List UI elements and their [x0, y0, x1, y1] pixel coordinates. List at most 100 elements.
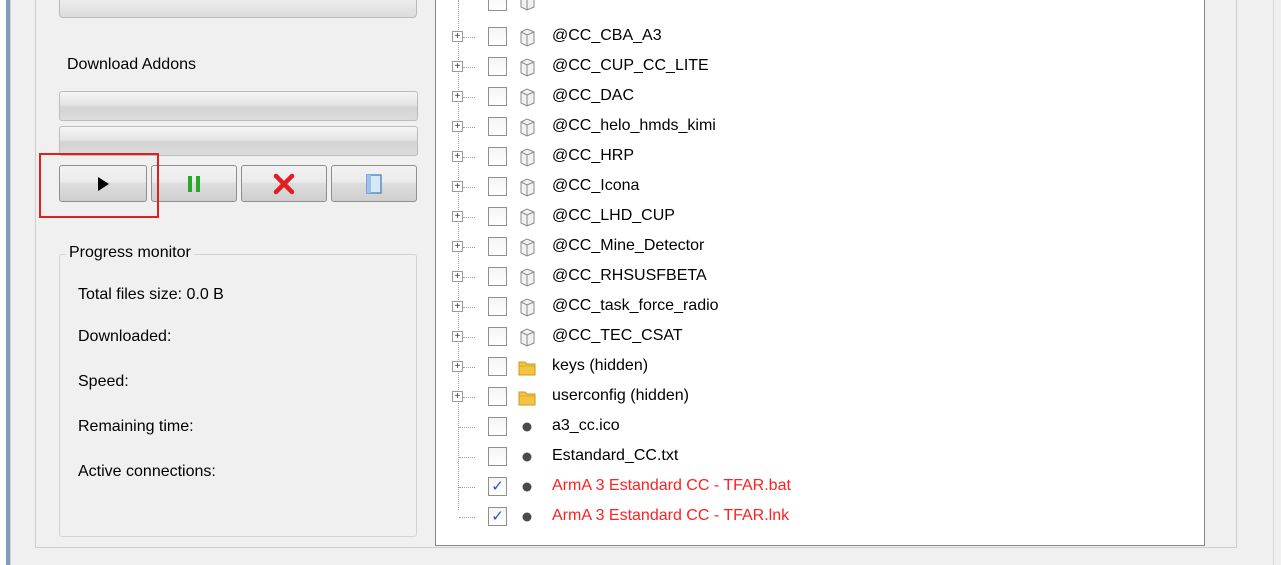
expand-toggle[interactable]: + — [452, 361, 463, 372]
expand-toggle[interactable]: + — [452, 31, 463, 42]
folder-icon — [518, 361, 536, 376]
addon-icon — [520, 148, 535, 167]
downloaded-label: Downloaded: — [78, 328, 172, 345]
progress-bar-1 — [59, 91, 418, 121]
addon-icon — [520, 238, 535, 257]
pause-icon — [188, 175, 200, 192]
tree-item-checkbox[interactable] — [488, 297, 507, 316]
tree-item-checkbox[interactable] — [488, 267, 507, 286]
expand-toggle[interactable]: + — [452, 181, 463, 192]
expand-toggle[interactable]: + — [452, 271, 463, 282]
addon-icon — [520, 328, 535, 347]
tree-item-checkbox[interactable] — [488, 27, 507, 46]
tree-item-label[interactable]: @CC_RHSUSFBETA — [552, 267, 707, 285]
tree-connector — [463, 67, 475, 68]
tree-connector — [458, 0, 459, 510]
tree-connector — [463, 37, 475, 38]
play-icon — [98, 176, 109, 191]
tree-item-label[interactable]: @CC_helo_hmds_kimi — [552, 117, 716, 135]
tree-item-label[interactable]: ArmA 3 Estandard CC - TFAR.bat — [552, 477, 791, 495]
tree-item-checkbox[interactable] — [488, 417, 507, 436]
expand-toggle[interactable]: + — [452, 211, 463, 222]
tree-item-label[interactable]: @CC_DAC — [552, 87, 634, 105]
tree-item-label[interactable]: @CC_task_force_radio — [552, 297, 719, 315]
start-button[interactable] — [59, 165, 147, 202]
file-icon — [522, 452, 532, 462]
addon-icon — [520, 0, 535, 11]
tree-item-label[interactable]: @CC_CBA_A3 — [552, 27, 662, 45]
top-button-partial[interactable] — [59, 0, 417, 18]
pause-button[interactable] — [151, 165, 237, 202]
speed-label: Speed: — [78, 373, 129, 390]
addon-tree[interactable] — [435, 0, 1205, 546]
tree-connector — [459, 427, 475, 428]
tree-item-checkbox[interactable]: ✓ — [488, 507, 507, 526]
tree-item-label[interactable]: userconfig (hidden) — [552, 387, 689, 405]
tree-item-checkbox[interactable] — [488, 237, 507, 256]
tree-item-checkbox[interactable] — [488, 87, 507, 106]
addon-icon — [520, 118, 535, 137]
expand-toggle[interactable]: + — [452, 121, 463, 132]
download-addons-title: Download Addons — [67, 56, 196, 73]
tree-item-checkbox[interactable] — [488, 357, 507, 376]
tree-item-checkbox[interactable] — [488, 207, 507, 226]
window-edge-right — [1273, 0, 1281, 565]
log-icon — [366, 173, 382, 194]
tree-item-label[interactable]: ArmA 3 Estandard CC - TFAR.lnk — [552, 507, 789, 525]
tree-item-checkbox[interactable] — [488, 117, 507, 136]
tree-item-label[interactable]: @CC_TEC_CSAT — [552, 327, 683, 345]
folder-icon — [518, 391, 536, 406]
tree-connector — [459, 457, 475, 458]
expand-toggle[interactable]: + — [452, 241, 463, 252]
tree-item-checkbox[interactable] — [488, 447, 507, 466]
stop-icon — [273, 173, 295, 194]
tree-item-checkbox[interactable] — [488, 0, 507, 11]
total-size-label: Total files size: 0.0 B — [78, 286, 224, 303]
addon-icon — [520, 28, 535, 47]
expand-toggle[interactable]: + — [452, 151, 463, 162]
log-button[interactable] — [331, 165, 417, 202]
tree-connector — [463, 217, 475, 218]
tree-connector — [463, 157, 475, 158]
tree-connector — [463, 127, 475, 128]
expand-toggle[interactable]: + — [452, 61, 463, 72]
tree-item-label[interactable]: @CC_LHD_CUP — [552, 207, 675, 225]
tree-connector — [459, 517, 475, 518]
tree-item-checkbox[interactable] — [488, 327, 507, 346]
expand-toggle[interactable]: + — [452, 301, 463, 312]
tree-connector — [463, 247, 475, 248]
tree-item-label[interactable]: Estandard_CC.txt — [552, 447, 678, 465]
tree-item-checkbox[interactable] — [488, 147, 507, 166]
progress-monitor-legend: Progress monitor — [66, 244, 194, 262]
tree-item-label[interactable]: @CC_HRP — [552, 147, 634, 165]
tree-connector — [463, 397, 475, 398]
tree-item-label[interactable]: @CC_CUP_CC_LITE — [552, 57, 709, 75]
tree-item-label[interactable]: @CC_Mine_Detector — [552, 237, 704, 255]
addon-icon — [520, 298, 535, 317]
addon-icon — [520, 268, 535, 287]
tree-item-label[interactable]: @CC_Icona — [552, 177, 639, 195]
addon-icon — [520, 88, 535, 107]
tree-item-checkbox[interactable]: ✓ — [488, 477, 507, 496]
expand-toggle[interactable]: + — [452, 391, 463, 402]
tree-item-label[interactable]: a3_cc.ico — [552, 417, 620, 435]
tree-item-checkbox[interactable] — [488, 177, 507, 196]
tree-connector — [463, 367, 475, 368]
remaining-time-label: Remaining time: — [78, 418, 194, 435]
tree-item-checkbox[interactable] — [488, 387, 507, 406]
tree-connector — [463, 187, 475, 188]
addon-icon — [520, 58, 535, 77]
tree-connector — [463, 97, 475, 98]
active-connections-label: Active connections: — [78, 463, 216, 480]
tree-connector — [463, 307, 475, 308]
file-icon — [522, 422, 532, 432]
expand-toggle[interactable]: + — [452, 91, 463, 102]
expand-toggle[interactable]: + — [452, 331, 463, 342]
file-icon — [522, 482, 532, 492]
tree-connector — [459, 487, 475, 488]
addon-icon — [520, 178, 535, 197]
tree-connector — [463, 277, 475, 278]
tree-item-label[interactable]: keys (hidden) — [552, 357, 648, 375]
cancel-button[interactable] — [241, 165, 327, 202]
tree-item-checkbox[interactable] — [488, 57, 507, 76]
